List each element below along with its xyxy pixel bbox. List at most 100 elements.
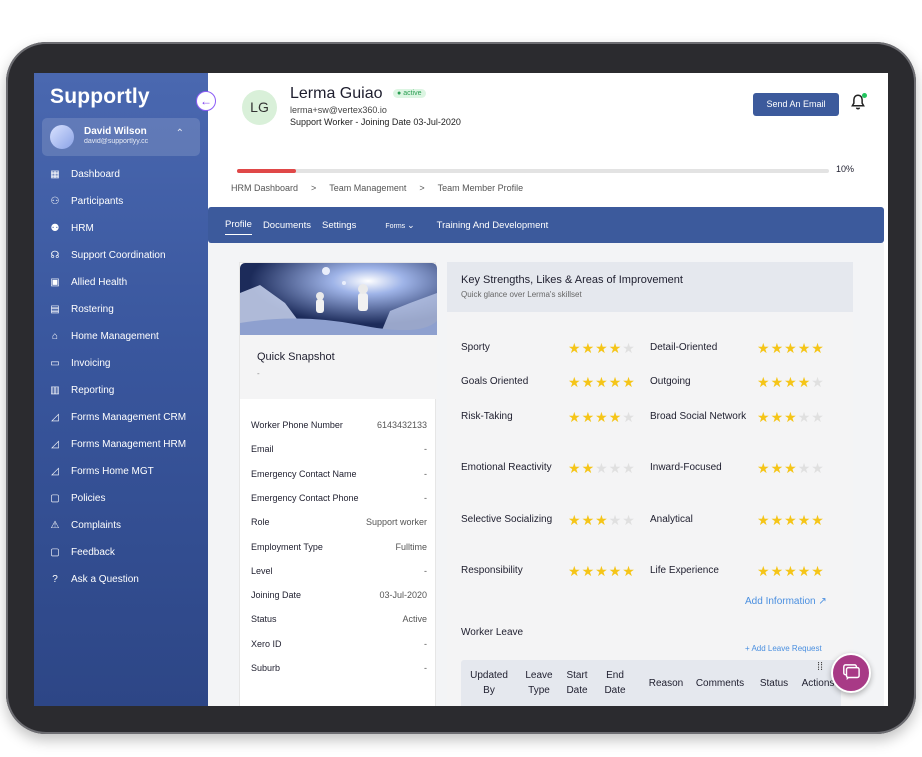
- star-icon: ★: [784, 340, 798, 356]
- sidebar-item-reporting[interactable]: ▥ Reporting: [34, 377, 208, 404]
- sidebar-item-label: Complaints: [71, 520, 122, 531]
- snapshot-row-value: 6143432133: [376, 420, 427, 430]
- sidebar-item-policies[interactable]: ▢ Policies: [34, 485, 208, 512]
- tab-settings[interactable]: Settings: [322, 216, 356, 235]
- sidebar-item-complaints[interactable]: ⚠ Complaints: [34, 512, 208, 539]
- sidebar-item-label: Feedback: [71, 547, 115, 558]
- star-rating: ★★★★★: [757, 513, 825, 527]
- snapshot-row-label: Suburb: [251, 663, 281, 673]
- snapshot-row-label: Worker Phone Number: [251, 420, 343, 430]
- trait-label: Analytical: [650, 514, 693, 525]
- employee-role-line: Support Worker - Joining Date 03-Jul-202…: [290, 117, 461, 127]
- tab-profile[interactable]: Profile: [225, 215, 252, 235]
- snapshot-row-label: Xero ID: [251, 638, 282, 649]
- trait-label: Inward-Focused: [650, 462, 722, 473]
- sidebar-item-label: Forms Management CRM: [71, 412, 187, 423]
- snapshot-row-value: -: [424, 444, 427, 455]
- star-icon: ★: [784, 563, 798, 579]
- star-rating: ★★★★★: [757, 410, 825, 424]
- star-icon: ★: [811, 340, 825, 356]
- snapshot-title: Quick Snapshot: [257, 351, 335, 363]
- sidebar-item-dashboard[interactable]: ▦ Dashboard: [34, 161, 208, 188]
- sidebar: Supportly David Wilson david@supportlyy.…: [34, 73, 208, 706]
- sidebar-item-invoicing[interactable]: ▭ Invoicing: [34, 350, 208, 377]
- sidebar-item-participants[interactable]: ⚇ Participants: [34, 188, 208, 215]
- star-rating: ★★★★★: [568, 375, 636, 389]
- star-rating: ★★★★★: [568, 513, 636, 527]
- sidebar-item-forms-management-crm[interactable]: ◿ Forms Management CRM: [34, 404, 208, 431]
- leave-column-header[interactable]: Updated By: [463, 668, 515, 698]
- chat-button[interactable]: [831, 653, 871, 693]
- progress-label: 10%: [836, 164, 855, 174]
- quick-snapshot-card: Quick Snapshot - Worker Phone Number 6143…: [239, 262, 437, 706]
- sidebar-item-label: Forms Home MGT: [71, 466, 154, 477]
- leave-column-header[interactable]: Status: [755, 676, 793, 691]
- star-icon: ★: [811, 460, 825, 476]
- star-icon: ★: [770, 409, 785, 425]
- leave-column-header[interactable]: Leave Type: [519, 668, 559, 698]
- star-rating: ★★★★★: [757, 341, 825, 355]
- snapshot-row-value: -: [424, 565, 427, 576]
- sidebar-item-rostering[interactable]: ▤ Rostering: [34, 296, 208, 323]
- sidebar-item-home-management[interactable]: ⌂ Home Management: [34, 323, 208, 350]
- star-icon: ★: [568, 563, 582, 579]
- trait-label: Sporty: [461, 342, 490, 353]
- star-icon: ★: [568, 460, 582, 476]
- chart-icon: ◿: [51, 411, 59, 423]
- star-icon: ★: [608, 512, 623, 528]
- profile-progress-bar: [237, 169, 829, 173]
- snapshot-header: Quick Snapshot -: [240, 335, 437, 399]
- collapse-sidebar-button[interactable]: ←: [196, 91, 216, 111]
- bag-icon: ▣: [50, 276, 60, 288]
- star-icon: ★: [784, 460, 798, 476]
- star-icon: ★: [622, 460, 636, 476]
- star-icon: ★: [797, 563, 812, 579]
- tab-documents[interactable]: Documents: [263, 216, 311, 235]
- home-icon: ⌂: [51, 330, 59, 342]
- leave-column-header[interactable]: Reason: [645, 676, 687, 691]
- breadcrumb-item[interactable]: Team Member Profile: [438, 183, 524, 193]
- star-icon: ★: [757, 374, 771, 390]
- breadcrumb-item[interactable]: HRM Dashboard: [231, 183, 298, 193]
- sidebar-item-feedback[interactable]: ▢ Feedback: [34, 539, 208, 566]
- notification-dot: [862, 93, 867, 98]
- tab-training[interactable]: Training And Development: [437, 216, 549, 235]
- add-leave-request-link[interactable]: + Add Leave Request: [745, 644, 822, 653]
- star-rating: ★★★★★: [568, 564, 636, 578]
- leave-column-header[interactable]: Start Date: [560, 668, 594, 698]
- star-rating: ★★★★★: [757, 564, 825, 578]
- snapshot-row-value: -: [424, 638, 427, 649]
- sidebar-item-support-coordination[interactable]: ☊ Support Coordination: [34, 242, 208, 269]
- employee-avatar: LG: [242, 90, 277, 125]
- sidebar-item-label: Participants: [71, 196, 124, 207]
- breadcrumb-item[interactable]: Team Management: [329, 183, 406, 193]
- invoice-icon: ▭: [50, 357, 60, 369]
- leave-column-header[interactable]: End Date: [595, 668, 635, 698]
- tab-forms[interactable]: Forms ⌄: [385, 216, 414, 235]
- sidebar-item-forms-home-mgt[interactable]: ◿ Forms Home MGT: [34, 458, 208, 485]
- sidebar-item-forms-management-hrm[interactable]: ◿ Forms Management HRM: [34, 431, 208, 458]
- sidebar-item-ask-a-question[interactable]: ? Ask a Question: [34, 566, 208, 593]
- user-avatar: [50, 125, 74, 149]
- add-information-link[interactable]: Add Information ↗: [745, 596, 827, 607]
- leave-column-header[interactable]: Comments: [689, 676, 751, 691]
- trait-label: Life Experience: [650, 565, 719, 576]
- star-icon: ★: [811, 563, 825, 579]
- breadcrumb-separator: >: [311, 183, 317, 193]
- headset-icon: ☊: [50, 249, 60, 261]
- snapshot-row-label: Email: [251, 444, 274, 455]
- trait-label: Selective Socializing: [461, 514, 553, 525]
- sidebar-item-label: Dashboard: [71, 169, 120, 180]
- send-email-button[interactable]: Send An Email: [753, 93, 839, 116]
- sidebar-item-label: Ask a Question: [71, 574, 139, 585]
- sidebar-item-hrm[interactable]: ⚉ HRM: [34, 215, 208, 242]
- user-switcher[interactable]: David Wilson david@supportlyy.cc ⌃: [42, 118, 200, 156]
- user-email: david@supportlyy.cc: [84, 138, 149, 145]
- star-icon: ★: [608, 409, 623, 425]
- star-icon: ★: [595, 563, 609, 579]
- sidebar-item-allied-health[interactable]: ▣ Allied Health: [34, 269, 208, 296]
- user-name: David Wilson: [84, 126, 147, 137]
- snapshot-subtitle: -: [257, 369, 260, 378]
- drag-handle-icon[interactable]: ⁞⁞: [817, 662, 823, 673]
- policies-icon: ▢: [50, 492, 60, 504]
